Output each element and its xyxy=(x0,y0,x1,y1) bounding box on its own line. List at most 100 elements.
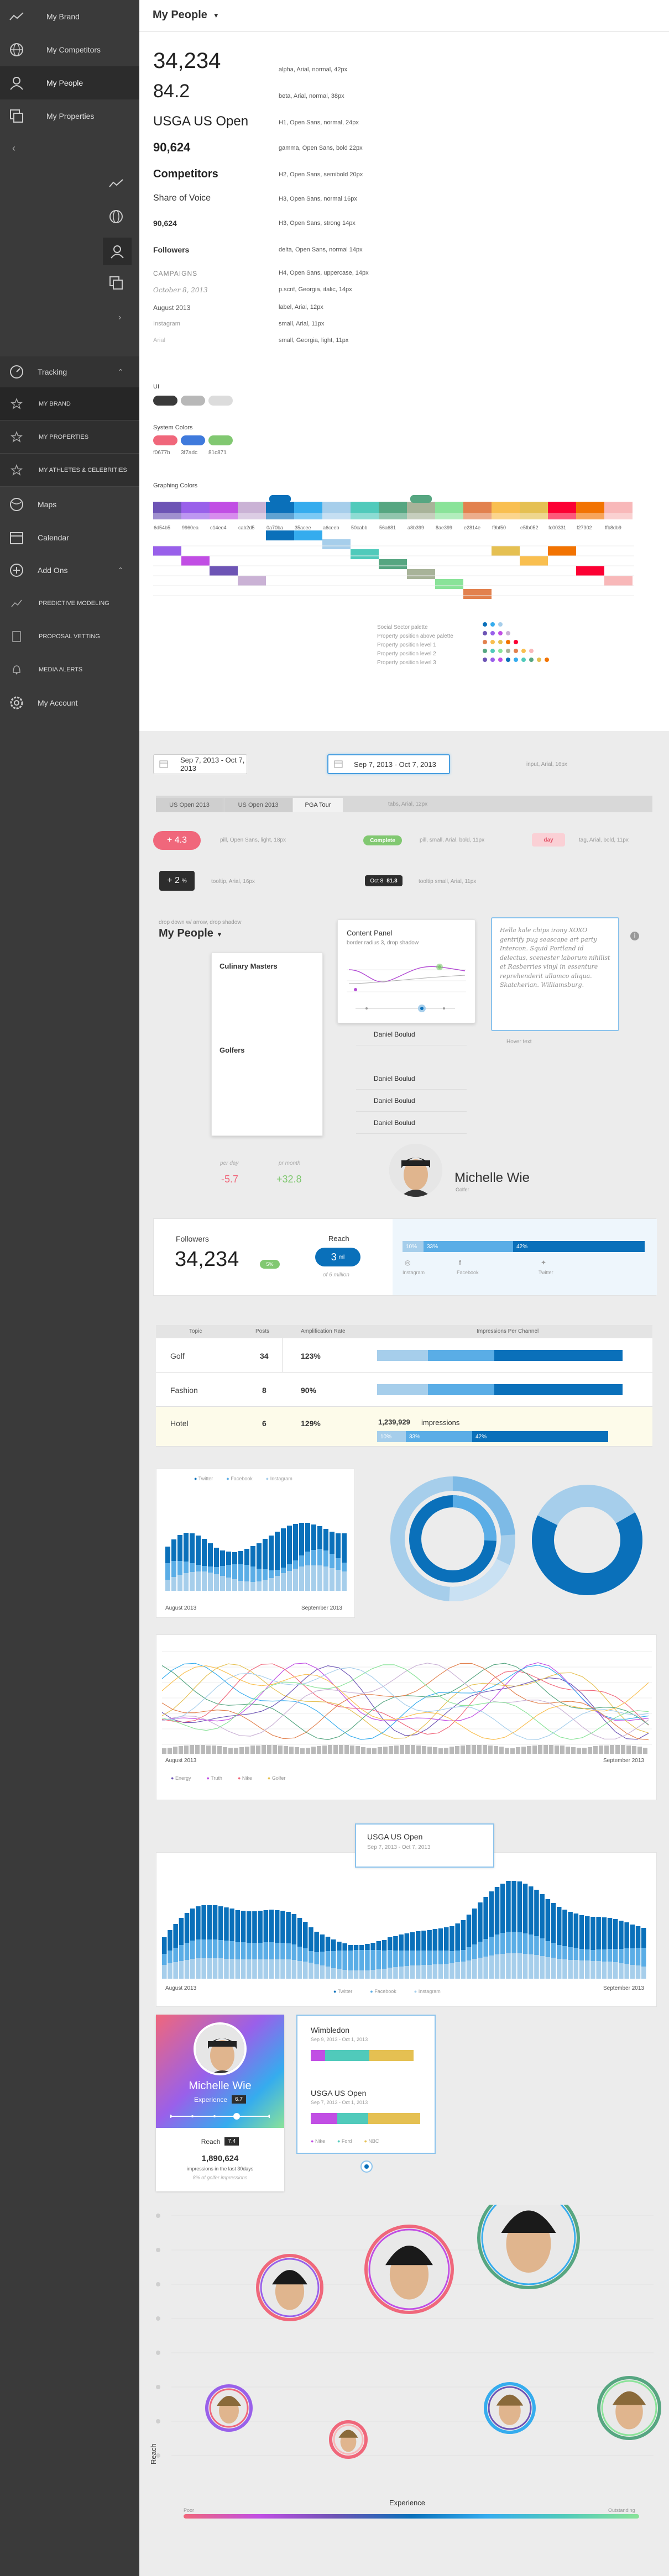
bar-segment xyxy=(494,1350,623,1361)
sidebar-subitem-my-brand[interactable]: MY BRAND xyxy=(0,387,139,420)
per-day-label: per day xyxy=(220,1160,239,1166)
palette-bar-tint xyxy=(379,513,407,519)
volume-bar xyxy=(483,1745,487,1754)
followers-value: 34,234 xyxy=(175,1248,239,1271)
palette-cascade-block xyxy=(181,556,210,566)
globe-icon[interactable] xyxy=(108,209,124,227)
table-row[interactable]: Fashion 8 90% xyxy=(156,1373,652,1407)
palette-bar xyxy=(492,502,520,513)
bar-segment xyxy=(190,1909,195,1941)
hex-label: f0677b xyxy=(153,450,170,456)
date-range-value: Sep 7, 2013 - Oct 7, 2013 xyxy=(354,760,436,769)
people-dropdown-sample[interactable]: My People ▼ xyxy=(159,927,222,940)
bar-segment xyxy=(428,1384,494,1395)
bar-segment xyxy=(309,1951,313,1963)
list-item[interactable]: Daniel Boulud xyxy=(356,1090,467,1112)
system-colors-label: System Colors xyxy=(153,424,193,431)
bar-segment xyxy=(377,1384,428,1395)
list-item[interactable]: Daniel Boulud xyxy=(356,1023,467,1045)
palette-dot xyxy=(521,649,526,653)
series-line xyxy=(162,1665,649,1740)
palette-dot xyxy=(498,658,503,662)
legend-item: ● Nike xyxy=(237,1775,252,1781)
info-icon[interactable]: i xyxy=(630,932,639,940)
hex-label: f27302 xyxy=(577,525,592,530)
athlete-role: Golfer xyxy=(456,1187,469,1192)
people-dropdown[interactable]: My People ▼ xyxy=(153,9,219,22)
athlete-bubble xyxy=(256,2254,323,2321)
volume-bar xyxy=(367,1748,371,1754)
bar-segment xyxy=(162,1954,167,1965)
donut-chart xyxy=(532,1485,642,1595)
bar-segment xyxy=(388,1937,393,1950)
tab-pga-tour[interactable]: PGA Tour xyxy=(293,798,343,812)
event-marker[interactable] xyxy=(360,2160,373,2173)
bar-segment xyxy=(573,1913,579,1948)
bar-segment xyxy=(494,1934,500,1954)
bar-segment xyxy=(494,1954,500,1979)
impressions-value: 1,239,929 xyxy=(378,1418,410,1426)
sidebar: My Brand My Competitors My People My Pro… xyxy=(0,0,139,2576)
date-range-input[interactable]: Sep 7, 2013 - Oct 7, 2013 xyxy=(153,754,247,774)
collapse-arrow-icon[interactable]: ‹ xyxy=(12,143,15,154)
bar-segment xyxy=(534,1890,539,1936)
gear-icon xyxy=(8,695,25,711)
bar-segment xyxy=(370,1970,375,1979)
palette-bar-tint xyxy=(463,513,492,519)
table-row[interactable]: Golf 34 123% xyxy=(156,1338,652,1373)
palette-bar xyxy=(604,502,633,513)
sidebar-subitem-predictive[interactable]: PREDICTIVE MODELING xyxy=(0,587,139,620)
date-range-input-focused[interactable]: Sep 7, 2013 - Oct 7, 2013 xyxy=(327,754,450,774)
multi-line-chart xyxy=(162,1651,652,1754)
bar-segment xyxy=(410,1965,415,1979)
tab-us-open-2[interactable]: US Open 2013 xyxy=(224,798,292,812)
bar-segment xyxy=(427,1965,432,1979)
bar-segment xyxy=(534,1955,539,1979)
palette-dot xyxy=(514,649,518,653)
type-spec: H3, Open Sans, strong 14px xyxy=(279,220,356,227)
sidebar-item-my-account[interactable]: My Account xyxy=(0,687,139,718)
sidebar-item-my-people[interactable]: My People xyxy=(0,66,139,99)
palette-bar xyxy=(238,502,266,513)
sidebar-item-my-brand[interactable]: My Brand xyxy=(0,0,139,33)
layers-icon[interactable] xyxy=(108,275,124,293)
sidebar-subitem-athletes[interactable]: MY ATHLETES & CELEBRITIES xyxy=(0,454,139,487)
list-item[interactable]: Daniel Boulud xyxy=(356,1112,467,1134)
sidebar-subitem-proposal[interactable]: PROPOSAL VETTING xyxy=(0,620,139,653)
sidebar-subitem-media-alerts[interactable]: MEDIA ALERTS xyxy=(0,653,139,686)
sidebar-item-my-properties[interactable]: My Properties xyxy=(0,99,139,133)
athlete-bubble xyxy=(329,2420,368,2459)
palette-bar-tint xyxy=(492,513,520,519)
table-row-expanded[interactable]: Hotel 6 129% 1,239,929 impressions 10% 3… xyxy=(156,1407,652,1447)
person-icon[interactable] xyxy=(103,238,132,265)
bar-segment xyxy=(235,1942,241,1959)
sidebar-section-maps[interactable]: Maps xyxy=(0,489,139,520)
bar-segment xyxy=(342,1943,347,1951)
bar-segment xyxy=(393,1967,398,1979)
bar-segment xyxy=(489,1955,494,1979)
experience-slider[interactable] xyxy=(170,2112,270,2121)
note: input, Arial, 16px xyxy=(526,761,567,767)
palette-bar xyxy=(181,502,210,513)
bar-segment xyxy=(287,1571,292,1591)
sidebar-section-add-ons[interactable]: Add Ons ⌃ xyxy=(0,555,139,586)
profile-card[interactable]: Michelle Wie Experience 6.7 Reach 7.4 1,… xyxy=(156,2015,284,2191)
list-item[interactable]: Daniel Boulud xyxy=(356,1068,467,1090)
event-date: Sep 9, 2013 - Oct 1, 2013 xyxy=(311,2037,368,2042)
expand-arrow-icon[interactable]: › xyxy=(118,313,121,323)
bar-segment xyxy=(293,1524,298,1560)
volume-bar xyxy=(632,1746,636,1754)
tab-us-open-1[interactable]: US Open 2013 xyxy=(156,798,223,812)
sidebar-section-tracking[interactable]: Tracking ⌃ xyxy=(0,356,139,387)
trend-line-icon[interactable] xyxy=(108,178,124,192)
event-bar-segment xyxy=(337,2113,368,2124)
hex-label: a8b399 xyxy=(407,525,424,530)
sidebar-item-my-competitors[interactable]: My Competitors xyxy=(0,33,139,66)
sidebar-section-calendar[interactable]: Calendar xyxy=(0,522,139,553)
event-date: Sep 7, 2013 - Oct 1, 2013 xyxy=(311,2100,368,2105)
bar-segment xyxy=(297,1961,302,1979)
type-sample-h1: USGA US Open xyxy=(153,114,249,129)
bar-segment xyxy=(377,1350,428,1361)
sidebar-subitem-my-properties[interactable]: MY PROPERTIES xyxy=(0,420,139,454)
type-sample-small: Instagram xyxy=(153,320,180,327)
